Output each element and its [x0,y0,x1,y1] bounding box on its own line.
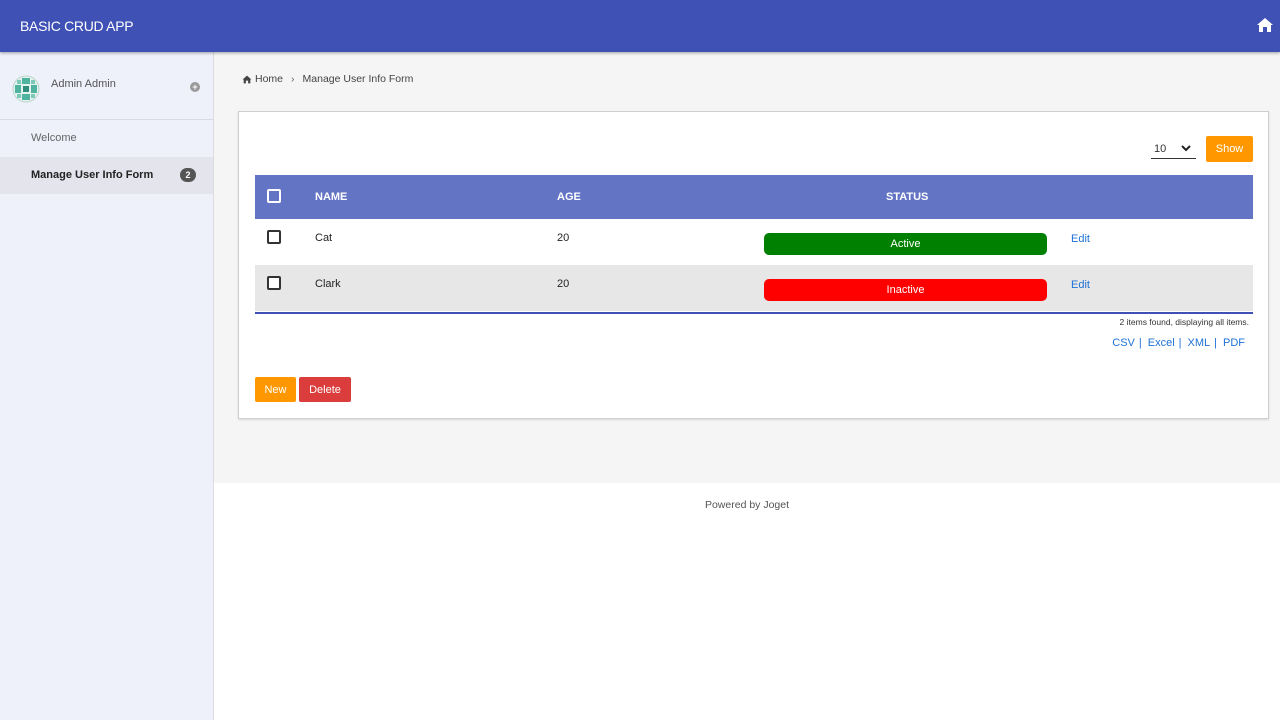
table-bottom-border [255,312,1253,314]
count-badge: 2 [180,168,196,182]
avatar [12,75,40,103]
table-header: NAME AGE STATUS [255,175,1253,219]
edit-link[interactable]: Edit [1071,233,1090,245]
show-button[interactable]: Show [1206,136,1253,162]
user-menu-toggle-icon[interactable]: + [190,82,200,92]
export-excel-link[interactable]: Excel [1148,337,1175,349]
user-profile: Admin Admin + [0,52,213,120]
export-divider: | [1138,337,1142,349]
table-row: Cat 20 Active Edit [255,219,1253,265]
top-bar: BASIC CRUD APP [0,0,1280,52]
results-summary: 2 items found, displaying all items. [1119,317,1249,327]
table-row: Clark 20 Inactive Edit [255,265,1253,311]
status-badge: Active [764,233,1047,255]
column-header-name[interactable]: NAME [315,191,347,203]
select-all-checkbox[interactable] [267,189,281,203]
sidebar: Admin Admin + Welcome Manage User Info F… [0,52,214,720]
delete-button[interactable]: Delete [299,377,351,402]
cell-name: Cat [315,232,333,244]
column-header-age[interactable]: AGE [557,191,581,203]
cell-name: Clark [315,278,341,290]
breadcrumb-current: Manage User Info Form [302,73,414,85]
row-checkbox[interactable] [267,276,281,290]
home-button[interactable] [1250,10,1280,40]
export-divider: | [1214,337,1217,349]
row-checkbox[interactable] [267,230,281,244]
breadcrumb-home-link[interactable]: Home [255,73,283,85]
cell-age: 20 [557,278,570,290]
page-size-value: 10 [1154,142,1167,155]
status-badge: Inactive [764,279,1047,301]
breadcrumb: Home › Manage User Info Form [242,73,413,85]
export-links: CSV | Excel | XML | PDF [1112,337,1245,349]
sidebar-item-label: Welcome [31,132,77,144]
edit-link[interactable]: Edit [1071,279,1090,291]
export-csv-link[interactable]: CSV [1112,337,1135,349]
sidebar-item-label: Manage User Info Form [31,169,154,181]
new-button[interactable]: New [255,377,296,402]
sidebar-item-welcome[interactable]: Welcome [0,120,213,157]
breadcrumb-separator: › [291,73,295,85]
export-divider: | [1178,337,1182,349]
export-xml-link[interactable]: XML [1188,337,1211,349]
home-icon [1257,18,1273,32]
column-header-status[interactable]: STATUS [886,191,928,203]
page-size-select[interactable]: 10 [1151,139,1196,159]
cell-age: 20 [557,232,570,244]
app-title[interactable]: BASIC CRUD APP [20,18,134,34]
footer-text: Powered by Joget [704,499,790,511]
sidebar-item-manage-user-info-form[interactable]: Manage User Info Form 2 [0,157,213,194]
user-name: Admin Admin [51,78,116,90]
export-pdf-link[interactable]: PDF [1223,337,1245,349]
home-icon [242,75,252,83]
chevron-down-icon [1181,145,1191,152]
